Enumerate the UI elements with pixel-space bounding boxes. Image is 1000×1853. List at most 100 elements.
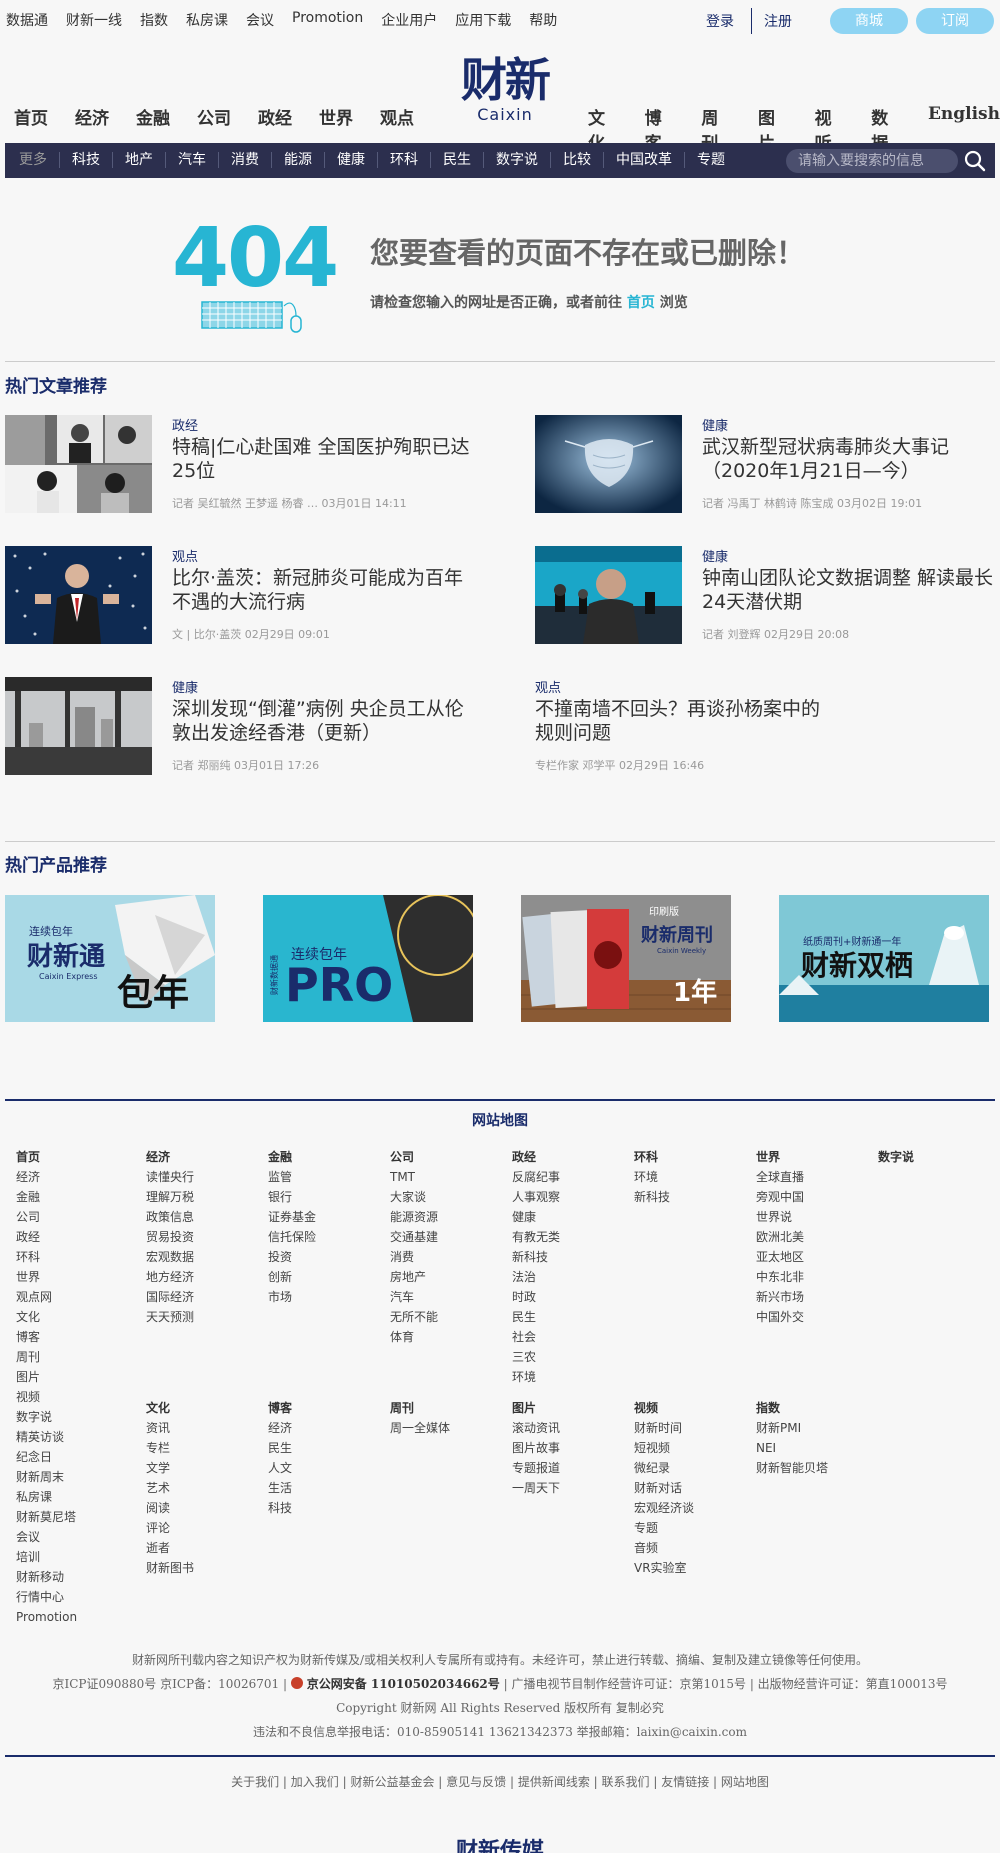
sitemap-link[interactable]: 天天预测 [146, 1307, 194, 1327]
article-category[interactable]: 观点 [535, 677, 561, 696]
subnav-property[interactable]: 地产 [113, 152, 166, 168]
sitemap-link[interactable]: 消费 [390, 1247, 438, 1267]
top-link-data[interactable]: 数据通 [6, 10, 48, 30]
footer-link-sitemap[interactable]: 网站地图 [721, 1775, 769, 1789]
subnav-compare[interactable]: 比较 [551, 152, 604, 168]
sitemap-link[interactable]: 创新 [268, 1267, 316, 1287]
sitemap-link[interactable]: 理解万税 [146, 1187, 194, 1207]
sitemap-link[interactable]: VR实验室 [634, 1558, 694, 1578]
sitemap-link[interactable]: 行情中心 [16, 1587, 77, 1607]
sitemap-link[interactable]: 音频 [634, 1538, 694, 1558]
sitemap-column-head[interactable]: 公司 [390, 1147, 438, 1167]
sitemap-link[interactable]: 健康 [512, 1207, 560, 1227]
sitemap-column-head[interactable]: 世界 [756, 1147, 804, 1167]
sitemap-link[interactable]: TMT [390, 1167, 438, 1187]
nav-politics[interactable]: 政经 [258, 104, 292, 129]
subscribe-button[interactable]: 订阅 [916, 8, 994, 34]
top-link-help[interactable]: 帮助 [529, 10, 557, 30]
sitemap-link[interactable]: 有教无类 [512, 1227, 560, 1247]
product-banner-pro[interactable]: 连续包年 PRO 财新数据通 [263, 895, 473, 1022]
sitemap-column-head[interactable]: 博客 [268, 1398, 292, 1418]
sitemap-link[interactable]: 数字说 [16, 1407, 77, 1427]
article-title[interactable]: 比尔·盖茨：新冠肺炎可能成为百年不遇的大流行病 [172, 566, 472, 614]
article-thumbnail[interactable] [535, 546, 682, 644]
nav-economy[interactable]: 经济 [75, 104, 109, 129]
top-link-index[interactable]: 指数 [140, 10, 168, 30]
sitemap-link[interactable]: 投资 [268, 1247, 316, 1267]
top-link-enterprise[interactable]: 企业用户 [381, 10, 437, 30]
sitemap-column-head[interactable]: 视频 [634, 1398, 694, 1418]
subnav-energy[interactable]: 能源 [272, 152, 325, 168]
sitemap-link[interactable]: 图片故事 [512, 1438, 560, 1458]
sitemap-link[interactable]: 微纪录 [634, 1458, 694, 1478]
sitemap-link[interactable]: 政策信息 [146, 1207, 194, 1227]
sitemap-link[interactable]: 环科 [16, 1247, 77, 1267]
sitemap-link[interactable]: 信托保险 [268, 1227, 316, 1247]
article-card-no-image[interactable]: 观点 不撞南墙不回头？再谈孙杨案中的规则问题 专栏作家 邓学平 02月29日 1… [368, 677, 848, 777]
shop-button[interactable]: 商城 [830, 8, 908, 34]
sitemap-link[interactable]: 全球直播 [756, 1167, 804, 1187]
article-category[interactable]: 健康 [702, 546, 728, 565]
sitemap-link[interactable]: 财新智能贝塔 [756, 1458, 828, 1478]
sitemap-column-head[interactable]: 图片 [512, 1398, 560, 1418]
sitemap-link[interactable]: 无所不能 [390, 1307, 438, 1327]
sitemap-link[interactable]: 贸易投资 [146, 1227, 194, 1247]
sitemap-column-head[interactable]: 首页 [16, 1147, 77, 1167]
sitemap-column-head[interactable]: 周刊 [390, 1398, 450, 1418]
sitemap-link[interactable]: 旁观中国 [756, 1187, 804, 1207]
sitemap-link[interactable]: 新科技 [634, 1187, 670, 1207]
subnav-auto[interactable]: 汽车 [166, 152, 219, 168]
sitemap-link[interactable]: 环境 [512, 1367, 560, 1387]
top-link-promotion[interactable]: Promotion [292, 10, 363, 30]
article-card[interactable]: 观点 比尔·盖茨：新冠肺炎可能成为百年不遇的大流行病 文 | 比尔·盖茨 02月… [5, 546, 485, 646]
sitemap-link[interactable]: 财新图书 [146, 1558, 194, 1578]
sitemap-link[interactable]: 精英访谈 [16, 1427, 77, 1447]
sitemap-link[interactable]: 财新对话 [634, 1478, 694, 1498]
subnav-numbers[interactable]: 数字说 [484, 152, 551, 168]
sitemap-link[interactable]: 艺术 [146, 1478, 194, 1498]
sitemap-link[interactable]: 欧洲北美 [756, 1227, 804, 1247]
footer-link-contact[interactable]: 联系我们 [602, 1775, 650, 1789]
sitemap-link[interactable]: 专题报道 [512, 1458, 560, 1478]
sitemap-link[interactable]: 阅读 [146, 1498, 194, 1518]
article-thumbnail[interactable] [535, 415, 682, 513]
sitemap-link[interactable]: 私房课 [16, 1487, 77, 1507]
nav-finance[interactable]: 金融 [136, 104, 170, 129]
sitemap-link[interactable]: 监管 [268, 1167, 316, 1187]
sitemap-link[interactable]: 经济 [268, 1418, 292, 1438]
subnav-more[interactable]: 更多 [15, 152, 60, 168]
sitemap-link[interactable]: 新科技 [512, 1247, 560, 1267]
sitemap-link[interactable]: 专题 [634, 1518, 694, 1538]
sitemap-link[interactable]: 证券基金 [268, 1207, 316, 1227]
sitemap-link[interactable]: 科技 [268, 1498, 292, 1518]
sitemap-link[interactable]: 世界 [16, 1267, 77, 1287]
sitemap-column-head[interactable]: 金融 [268, 1147, 316, 1167]
sitemap-link[interactable]: 银行 [268, 1187, 316, 1207]
sitemap-link[interactable]: 社会 [512, 1327, 560, 1347]
sitemap-link[interactable]: 时政 [512, 1287, 560, 1307]
sitemap-link[interactable]: 新兴市场 [756, 1287, 804, 1307]
top-link-conference[interactable]: 会议 [246, 10, 274, 30]
sitemap-link[interactable]: 人事观察 [512, 1187, 560, 1207]
subnav-topics[interactable]: 专题 [685, 152, 737, 168]
subnav-consumer[interactable]: 消费 [219, 152, 272, 168]
subnav-livelihood[interactable]: 民生 [431, 152, 484, 168]
sitemap-link[interactable]: 宏观数据 [146, 1247, 194, 1267]
sitemap-link[interactable]: 三农 [512, 1347, 560, 1367]
product-banner-caixin-express[interactable]: 连续包年 财新通 Caixin Express 包年 [5, 895, 215, 1022]
home-link[interactable]: 首页 [627, 295, 655, 311]
sitemap-link[interactable]: NEI [756, 1438, 828, 1458]
product-banner-weekly[interactable]: 印刷版 财新周刊 Caixin Weekly 1年 [521, 895, 731, 1022]
sitemap-link[interactable]: 财新PMI [756, 1418, 828, 1438]
sitemap-link[interactable]: 反腐纪事 [512, 1167, 560, 1187]
sitemap-column-head[interactable]: 指数 [756, 1398, 828, 1418]
sitemap-link[interactable]: 国际经济 [146, 1287, 194, 1307]
sitemap-link[interactable]: 周刊 [16, 1347, 77, 1367]
caixin-logo[interactable]: 财新 Caixin [448, 54, 562, 134]
sitemap-link[interactable]: 文化 [16, 1307, 77, 1327]
article-category[interactable]: 健康 [172, 677, 198, 696]
sitemap-link[interactable]: 世界说 [756, 1207, 804, 1227]
sitemap-link[interactable]: 周一全媒体 [390, 1418, 450, 1438]
sitemap-link[interactable]: 逝者 [146, 1538, 194, 1558]
article-card[interactable]: 健康 武汉新型冠状病毒肺炎大事记（2020年1月21日—今） 记者 冯禹丁 林鹤… [535, 415, 1000, 515]
